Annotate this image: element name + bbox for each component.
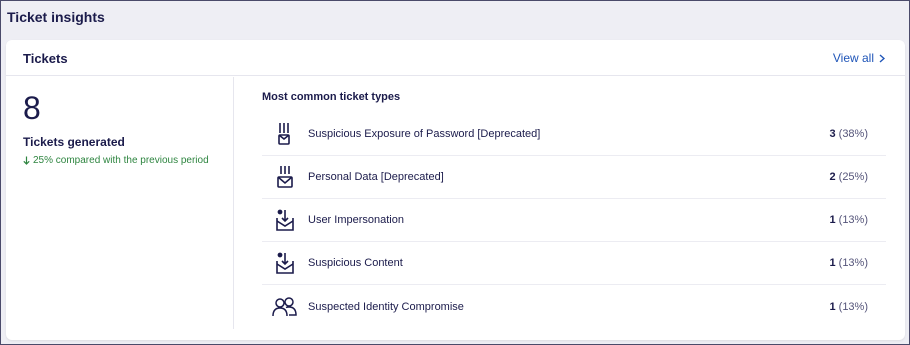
- users-icon: [272, 294, 298, 320]
- ticket-type-percent: (25%): [838, 171, 868, 183]
- tickets-card: Tickets View all 8 Tickets generated 25%…: [6, 40, 905, 340]
- ticket-type-value: 1 (13%): [829, 301, 868, 313]
- list-item[interactable]: Suspicious Exposure of Password [Depreca…: [262, 113, 886, 156]
- chevron-right-icon: [879, 53, 885, 63]
- ticket-type-count: 3: [829, 128, 836, 140]
- ticket-type-label: Suspicious Exposure of Password [Depreca…: [308, 128, 541, 140]
- ticket-type-percent: (13%): [838, 214, 868, 226]
- list-item[interactable]: User Impersonation 1 (13%): [262, 199, 886, 242]
- ticket-types: Most common ticket types Suspicious Expo…: [235, 77, 905, 329]
- ticket-types-list: Suspicious Exposure of Password [Depreca…: [262, 113, 886, 328]
- tickets-generated-label: Tickets generated: [23, 135, 125, 149]
- view-all-label: View all: [832, 51, 874, 65]
- ticket-type-value: 3 (38%): [829, 128, 868, 140]
- ticket-type-percent: (38%): [838, 128, 868, 140]
- ticket-type-value: 1 (13%): [829, 257, 868, 269]
- ticket-type-label: Suspicious Content: [308, 257, 403, 269]
- section-title: Ticket insights: [7, 9, 105, 25]
- ticket-types-title: Most common ticket types: [262, 91, 401, 103]
- ticket-type-value: 1 (13%): [829, 214, 868, 226]
- arrow-down-icon: [23, 156, 30, 165]
- ticket-type-count: 1: [829, 214, 836, 226]
- view-all-link[interactable]: View all: [833, 51, 885, 65]
- personal-data-icon: [272, 164, 298, 190]
- ticket-type-label: Suspected Identity Compromise: [308, 300, 464, 313]
- tickets-count: 8: [23, 90, 41, 126]
- list-item[interactable]: Suspicious Content 1 (13%): [262, 242, 886, 285]
- ticket-type-percent: (13%): [838, 300, 868, 313]
- ticket-type-label: Personal Data [Deprecated]: [308, 171, 444, 183]
- mail-inbox-icon: [272, 207, 298, 233]
- ticket-type-count: 2: [829, 171, 836, 183]
- ticket-type-count: 1: [829, 300, 836, 313]
- list-item[interactable]: Personal Data [Deprecated] 2 (25%): [262, 156, 886, 199]
- change-text: 25% compared with the previous period: [33, 155, 209, 166]
- tickets-summary: 8 Tickets generated 25% compared with th…: [6, 77, 234, 329]
- ticket-type-label: User Impersonation: [308, 214, 404, 226]
- card-title: Tickets: [23, 51, 68, 66]
- card-header: Tickets View all: [6, 40, 905, 76]
- ticket-type-count: 1: [829, 257, 836, 269]
- password-exposure-icon: [272, 121, 298, 147]
- ticket-insights-panel: Ticket insights Tickets View all 8 Ticke…: [0, 0, 910, 345]
- list-item[interactable]: Suspected Identity Compromise 1 (13%): [262, 285, 886, 328]
- ticket-type-percent: (13%): [838, 257, 868, 269]
- change-indicator: 25% compared with the previous period: [23, 155, 209, 166]
- mail-inbox-icon: [272, 250, 298, 276]
- ticket-type-value: 2 (25%): [829, 171, 868, 183]
